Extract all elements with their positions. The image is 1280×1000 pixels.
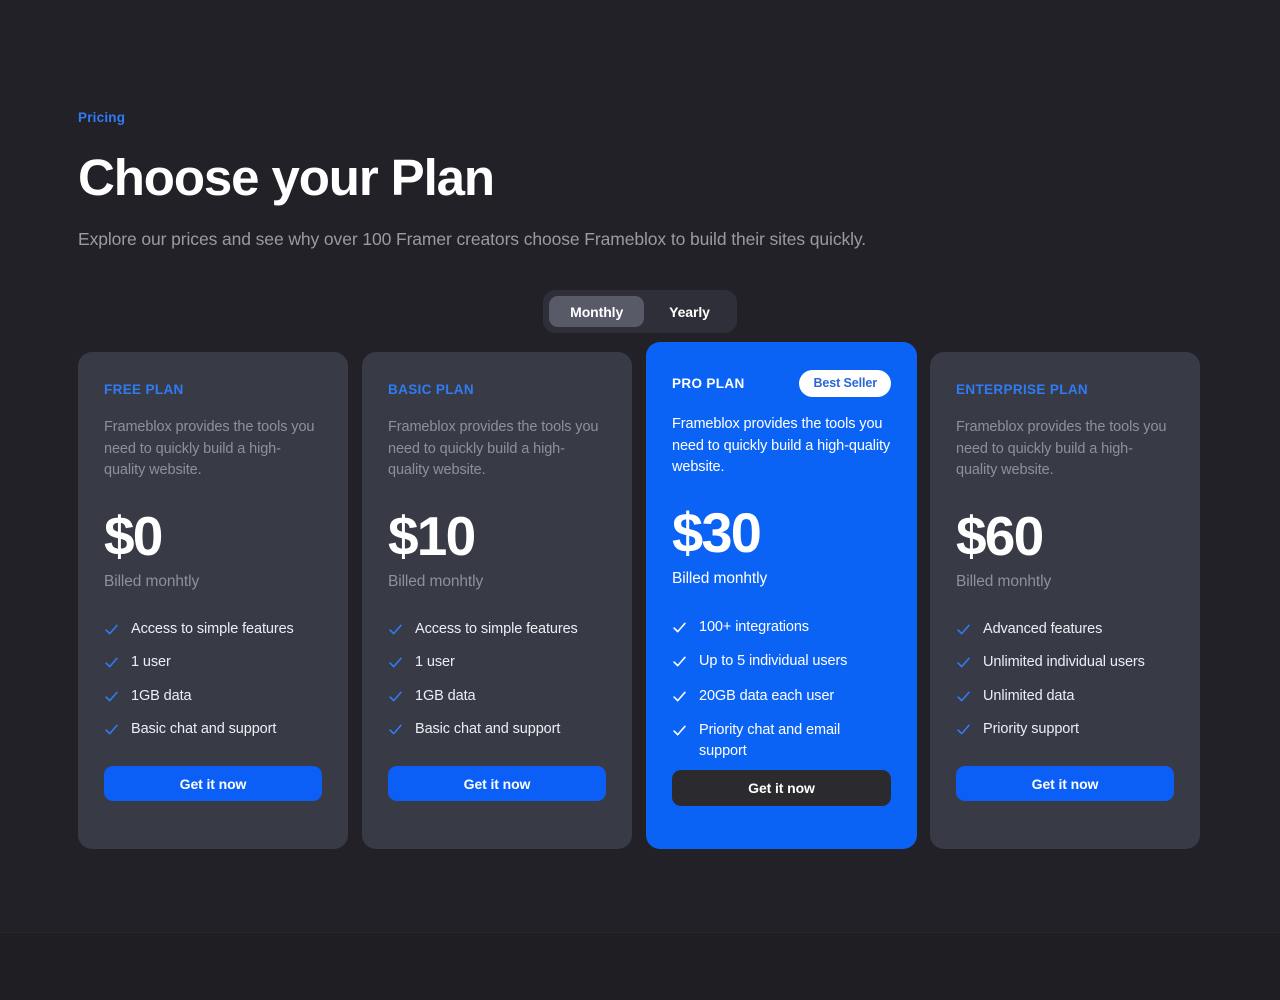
feature-label: 100+ integrations xyxy=(699,618,809,635)
list-item: Priority chat and email support xyxy=(672,720,891,761)
list-item: 1GB data xyxy=(388,686,606,707)
feature-label: 1 user xyxy=(415,654,455,670)
billing-toggle[interactable]: Monthly Yearly xyxy=(543,290,737,333)
check-icon xyxy=(389,691,402,701)
plan-name: FREE PLAN xyxy=(104,381,184,397)
plan-description: Frameblox provides the tools you need to… xyxy=(104,419,315,478)
feature-label: Basic chat and support xyxy=(131,721,277,737)
feature-label: Basic chat and support xyxy=(415,721,561,737)
list-item: Up to 5 individual users xyxy=(672,651,891,672)
card-header: PRO PLAN Best Seller xyxy=(672,370,891,397)
get-it-now-button[interactable]: Get it now xyxy=(104,766,322,801)
list-item: Basic chat and support xyxy=(388,719,606,740)
feature-label: 1 user xyxy=(131,654,171,670)
plan-description: Frameblox provides the tools you need to… xyxy=(956,419,1167,478)
pricing-card-free[interactable]: FREE PLAN Frameblox provides the tools y… xyxy=(78,352,348,849)
check-icon xyxy=(389,624,402,634)
check-icon xyxy=(957,657,970,668)
billing-toggle-wrapper: Monthly Yearly xyxy=(0,290,1280,333)
feature-label: Unlimited data xyxy=(983,687,1075,704)
check-icon xyxy=(105,724,118,735)
check-icon xyxy=(105,624,118,634)
card-header: FREE PLAN xyxy=(104,378,322,400)
list-item: Priority support xyxy=(956,719,1174,740)
section-eyebrow: Pricing xyxy=(78,110,126,125)
status-badge: Best Seller xyxy=(799,370,891,397)
page-title: Choose your Plan xyxy=(78,149,495,206)
list-item: Basic chat and support xyxy=(104,719,322,740)
pricing-card-pro[interactable]: PRO PLAN Best Seller Frameblox provides … xyxy=(646,342,917,849)
list-item: 20GB data each user xyxy=(672,686,891,707)
check-icon xyxy=(673,725,686,736)
list-item: 1 user xyxy=(388,652,606,673)
plan-name: BASIC PLAN xyxy=(388,381,475,397)
plan-billing-note: Billed monhtly xyxy=(956,572,1052,590)
feature-label: 20GB data each user xyxy=(699,687,835,704)
plan-description: Frameblox provides the tools you need to… xyxy=(388,419,599,478)
card-header: ENTERPRISE PLAN xyxy=(956,378,1174,400)
card-header: BASIC PLAN xyxy=(388,378,606,400)
check-icon xyxy=(673,691,686,701)
billing-toggle-yearly[interactable]: Yearly xyxy=(648,296,731,327)
check-icon xyxy=(389,724,402,735)
plan-features: Access to simple features 1 user 1GB dat… xyxy=(388,619,606,740)
feature-label: Access to simple features xyxy=(131,620,294,637)
feature-label: 1GB data xyxy=(415,687,476,704)
pricing-card-enterprise[interactable]: ENTERPRISE PLAN Frameblox provides the t… xyxy=(930,352,1200,849)
pricing-header: Pricing Choose your Plan Explore our pri… xyxy=(78,108,1178,252)
plan-price: $30 xyxy=(672,500,762,564)
plan-features: 100+ integrations Up to 5 individual use… xyxy=(672,617,891,762)
pricing-page: Pricing Choose your Plan Explore our pri… xyxy=(0,0,1280,1000)
list-item: Advanced features xyxy=(956,619,1174,640)
plan-price: $60 xyxy=(956,504,1044,567)
plan-price: $0 xyxy=(104,504,163,567)
list-item: Access to simple features xyxy=(388,619,606,640)
page-subtitle: Explore our prices and see why over 100 … xyxy=(78,229,867,249)
plan-name: PRO PLAN xyxy=(672,376,745,391)
list-item: 1GB data xyxy=(104,686,322,707)
billing-toggle-monthly[interactable]: Monthly xyxy=(549,296,645,327)
get-it-now-button[interactable]: Get it now xyxy=(672,770,891,806)
list-item: 1 user xyxy=(104,652,322,673)
pricing-card-basic[interactable]: BASIC PLAN Frameblox provides the tools … xyxy=(362,352,632,849)
plan-features: Access to simple features 1 user 1GB dat… xyxy=(104,619,322,740)
plan-price: $10 xyxy=(388,504,476,567)
plan-features: Advanced features Unlimited individual u… xyxy=(956,619,1174,740)
pricing-cards: FREE PLAN Frameblox provides the tools y… xyxy=(78,342,1202,852)
check-icon xyxy=(957,624,970,634)
plan-billing-note: Billed monhtly xyxy=(104,572,200,590)
list-item: Access to simple features xyxy=(104,619,322,640)
check-icon xyxy=(673,656,686,667)
check-icon xyxy=(105,657,118,668)
feature-label: Priority chat and email support xyxy=(699,722,841,759)
get-it-now-button[interactable]: Get it now xyxy=(388,766,606,801)
list-item: Unlimited individual users xyxy=(956,652,1174,673)
footer-strip xyxy=(0,933,1280,1000)
plan-billing-note: Billed monhtly xyxy=(388,572,484,590)
plan-name: ENTERPRISE PLAN xyxy=(956,381,1089,397)
feature-label: Priority support xyxy=(983,721,1079,737)
feature-label: Advanced features xyxy=(983,620,1103,637)
feature-label: Up to 5 individual users xyxy=(699,653,848,669)
list-item: 100+ integrations xyxy=(672,617,891,638)
feature-label: Access to simple features xyxy=(415,620,578,637)
get-it-now-button[interactable]: Get it now xyxy=(956,766,1174,801)
check-icon xyxy=(957,724,970,735)
feature-label: 1GB data xyxy=(131,687,192,704)
check-icon xyxy=(105,691,118,701)
plan-billing-note: Billed monhtly xyxy=(672,569,768,587)
check-icon xyxy=(389,657,402,668)
list-item: Unlimited data xyxy=(956,686,1174,707)
plan-description: Frameblox provides the tools you need to… xyxy=(672,416,891,475)
check-icon xyxy=(957,691,970,701)
feature-label: Unlimited individual users xyxy=(983,654,1145,670)
check-icon xyxy=(673,622,686,632)
